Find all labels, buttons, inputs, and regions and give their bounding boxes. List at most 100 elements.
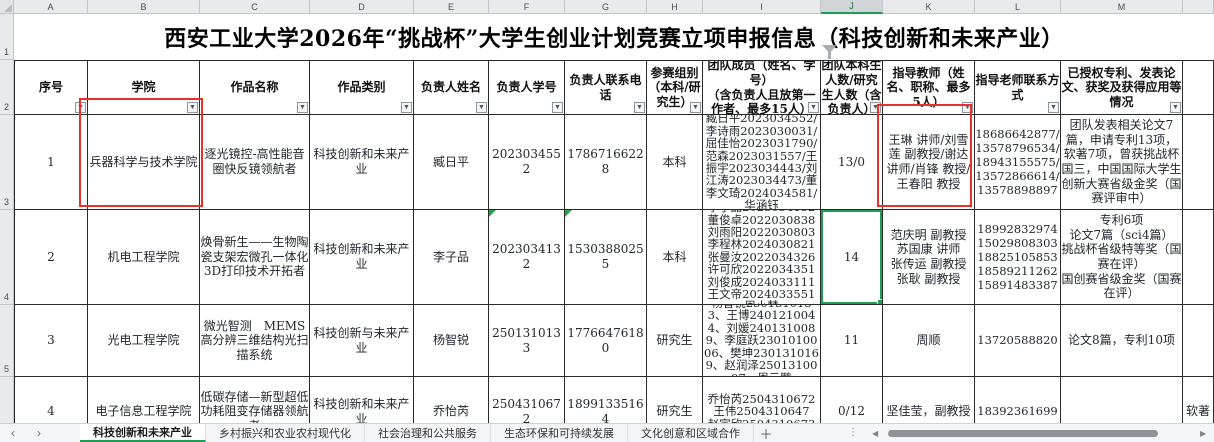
cell-K3[interactable]: 王琳 讲师/刘雪莲 副教授/谢达 讲师/肖锋 教授/王春阳 教授 <box>883 115 975 210</box>
filter-button-G[interactable]: ▼ <box>634 102 645 113</box>
cell-D5[interactable]: 科技创新与未来产业 <box>310 305 414 377</box>
select-all-corner[interactable] <box>0 0 14 14</box>
sheet-tab-3[interactable]: 生态环保和可持续发展 <box>491 424 628 442</box>
filter-button-A[interactable]: ▼ <box>75 102 86 113</box>
add-sheet-button[interactable]: ＋ <box>754 424 778 442</box>
cell-H4[interactable]: 本科 <box>647 210 703 305</box>
filter-button-K[interactable]: ▼ <box>962 102 973 113</box>
hscroll-left-arrow-icon[interactable]: ◀ <box>872 429 878 438</box>
cell-G3[interactable]: 17867166228 <box>565 115 647 210</box>
cell-C3[interactable]: 逐光镜控-高性能音圈快反镜领航者 <box>200 115 310 210</box>
col-header-cell-A[interactable]: 序号▼ <box>14 60 88 115</box>
cell-I5[interactable]: 杨智锐2501310133、王博2401210044、刘媛2401310089、… <box>703 305 821 377</box>
cell-I3[interactable]: 臧日平2023034552/李诗雨2023030031/屈佳怡202303179… <box>703 115 821 210</box>
cell-E5[interactable]: 杨智锐 <box>414 305 489 377</box>
col-header-cell-E[interactable]: 负责人姓名▼ <box>414 60 489 115</box>
filter-button-B[interactable]: ▼ <box>187 102 198 113</box>
cell-E4[interactable]: 李子品 <box>414 210 489 305</box>
sheet-tab-1[interactable]: 乡村振兴和农业农村现代化 <box>206 424 365 442</box>
col-header-cell-J[interactable]: 团队本科生人数/研究生人数（含负责人）▼ <box>821 60 883 115</box>
col-header-cell-L[interactable]: 指导老师联系方式▼ <box>975 60 1061 115</box>
cell-H5[interactable]: 研究生 <box>647 305 703 377</box>
column-header-M[interactable]: M <box>1061 0 1183 14</box>
column-header-D[interactable]: D <box>310 0 414 14</box>
col-header-cell-I[interactable]: 团队成员（姓名、学号） （含负责人且放第一作者、最多15人）▼ <box>703 60 821 115</box>
column-header-H[interactable]: H <box>647 0 703 14</box>
cell-A3[interactable]: 1 <box>14 115 88 210</box>
column-header-C[interactable]: C <box>200 0 310 14</box>
col-header-cell-M[interactable]: 已授权专利、发表论文、获奖及获得应用等情况▼ <box>1061 60 1183 115</box>
cell-J4[interactable]: 14 <box>821 210 883 305</box>
filter-button-J[interactable]: ▼ <box>870 102 881 113</box>
cell-C4[interactable]: 焕骨新生——生物陶瓷支架宏微孔一体化3D打印技术开拓者 <box>200 210 310 305</box>
row-number-1[interactable]: 1 <box>0 14 14 60</box>
cell-L3[interactable]: 18686642877/13578796534/18943155575/1357… <box>975 115 1061 210</box>
col-header-cell-D[interactable]: 作品类别▼ <box>310 60 414 115</box>
cell-M4[interactable]: 专利6项 论文7篇（sci4篇） 挑战杯省级特等奖（国赛在评） 国创赛省级金奖（… <box>1061 210 1183 305</box>
cell-F4[interactable]: 2023034132 <box>489 210 565 305</box>
cell-G5[interactable]: 17766476180 <box>565 305 647 377</box>
hscroll-thumb[interactable] <box>888 430 1158 437</box>
cell-K5[interactable]: 周顺 <box>883 305 975 377</box>
cell-n5[interactable] <box>1183 305 1214 377</box>
cell-C5[interactable]: 微光智测 MEMS 高分辨三维结构光扫描系统 <box>200 305 310 377</box>
filter-button-C[interactable]: ▼ <box>297 102 308 113</box>
filter-button-E[interactable]: ▼ <box>476 102 487 113</box>
sheet-tab-4[interactable]: 文化创意和区域合作 <box>628 424 754 442</box>
row-number-3[interactable]: 3 <box>0 115 14 210</box>
cell-F5[interactable]: 2501310133 <box>489 305 565 377</box>
cell-n3[interactable] <box>1183 115 1214 210</box>
column-header-n[interactable] <box>1183 0 1214 14</box>
tab-scrollbar-splitter[interactable]: ⋮ <box>848 427 858 438</box>
column-header-E[interactable]: E <box>414 0 489 14</box>
hscroll-right-arrow-icon[interactable]: ▶ <box>1200 429 1206 438</box>
cell-J3[interactable]: 13/0 <box>821 115 883 210</box>
col-header-cell-C[interactable]: 作品名称▼ <box>200 60 310 115</box>
cell-M5[interactable]: 论文8篇，专利10项 <box>1061 305 1183 377</box>
filter-button-M[interactable]: ▼ <box>1170 102 1181 113</box>
cell-A5[interactable]: 3 <box>14 305 88 377</box>
cell-G4[interactable]: 15303880255 <box>565 210 647 305</box>
row-number-4[interactable]: 4 <box>0 210 14 305</box>
cell-L5[interactable]: 13720588820 <box>975 305 1061 377</box>
cell-B3[interactable]: 兵器科学与技术学院 <box>88 115 200 210</box>
column-header-I[interactable]: I <box>703 0 821 14</box>
filter-button-I[interactable]: ▼ <box>808 102 819 113</box>
row-number-5[interactable]: 5 <box>0 305 14 377</box>
cell-E3[interactable]: 臧日平 <box>414 115 489 210</box>
cell-L4[interactable]: 18992832974 15029808303 18825105853 1858… <box>975 210 1061 305</box>
cell-D4[interactable]: 科技创新和未来产业 <box>310 210 414 305</box>
col-header-cell-n[interactable] <box>1183 60 1214 115</box>
cell-J5[interactable]: 11 <box>821 305 883 377</box>
sheet-tab-2[interactable]: 社会治理和公共服务 <box>365 424 491 442</box>
sheet-title-cell[interactable]: 西安工业大学2026年“挑战杯”大学生创业计划竞赛立项申报信息（科技创新和未来产… <box>14 14 1214 60</box>
column-header-L[interactable]: L <box>975 0 1061 14</box>
column-header-G[interactable]: G <box>565 0 647 14</box>
filter-button-H[interactable]: ▼ <box>690 102 701 113</box>
column-header-B[interactable]: B <box>88 0 200 14</box>
filter-button-L[interactable]: ▼ <box>1048 102 1059 113</box>
cell-K4[interactable]: 范庆明 副教授 苏国康 讲师 张传运 副教授 张耿 副教授 <box>883 210 975 305</box>
filter-button-D[interactable]: ▼ <box>401 102 412 113</box>
sheet-nav-right-icon[interactable]: › <box>26 424 52 442</box>
col-header-cell-F[interactable]: 负责人学号▼ <box>489 60 565 115</box>
sheet-nav-left-icon[interactable]: ‹ <box>0 424 26 442</box>
col-header-cell-B[interactable]: 学院▼ <box>88 60 200 115</box>
cell-I4[interactable]: 李子品2023034132董俊卓2022030838刘雨阳2022030803李… <box>703 210 821 305</box>
fill-handle[interactable] <box>877 299 883 305</box>
cell-A4[interactable]: 2 <box>14 210 88 305</box>
cell-n4[interactable] <box>1183 210 1214 305</box>
cell-D3[interactable]: 科技创新和未来产业 <box>310 115 414 210</box>
cell-H3[interactable]: 本科 <box>647 115 703 210</box>
col-header-cell-K[interactable]: 指导教师（姓名、职称、最多5人）▼ <box>883 60 975 115</box>
row-number-2[interactable]: 2 <box>0 60 14 115</box>
cell-F3[interactable]: 2023034552 <box>489 115 565 210</box>
cell-B4[interactable]: 机电工程学院 <box>88 210 200 305</box>
filter-button-F[interactable]: ▼ <box>552 102 563 113</box>
column-header-F[interactable]: F <box>489 0 565 14</box>
column-header-A[interactable]: A <box>14 0 88 14</box>
col-header-cell-G[interactable]: 负责人联系电话▼ <box>565 60 647 115</box>
cell-M3[interactable]: 团队发表相关论文7篇，申请专利13项，软著7项，曾获挑战杯国三，中国国际大学生创… <box>1061 115 1183 210</box>
col-header-cell-H[interactable]: 参赛组别（本科/研究生）▼ <box>647 60 703 115</box>
column-header-K[interactable]: K <box>883 0 975 14</box>
